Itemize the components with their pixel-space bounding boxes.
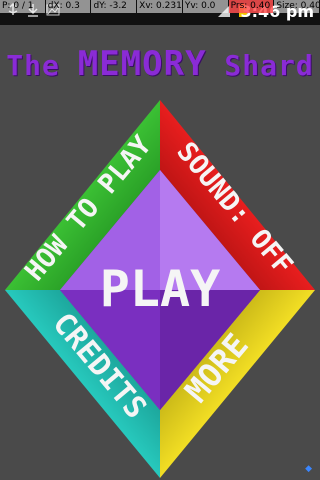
pointer-debug-overlay: P: 0 / 1 dX: 0.3 dY: -3.2 Xv: 0.231 Yv: … [0,0,320,13]
pointer-size: Size: 0.40 [274,0,320,13]
pointer-yv: Yv: 0.0 [182,0,228,13]
title-pre: The [6,49,78,82]
corner-mark-icon: ◆ [305,464,312,474]
pointer-dy: dY: -3.2 [91,0,137,13]
title-post: Shard [206,49,314,82]
pointer-xv: Xv: 0.231 [137,0,182,13]
main-menu-board: HOW TO PLAY SOUND: OFF CREDITS MORE PLAY [5,100,315,478]
play-label: PLAY [100,260,220,318]
pointer-count: P: 0 / 1 [0,0,45,13]
pointer-pressure: Prs: 0.40 [228,0,274,13]
pointer-dx: dX: 0.3 [45,0,91,13]
game-title: The MEMORY Shard [0,44,320,84]
title-main: MEMORY [77,44,207,84]
